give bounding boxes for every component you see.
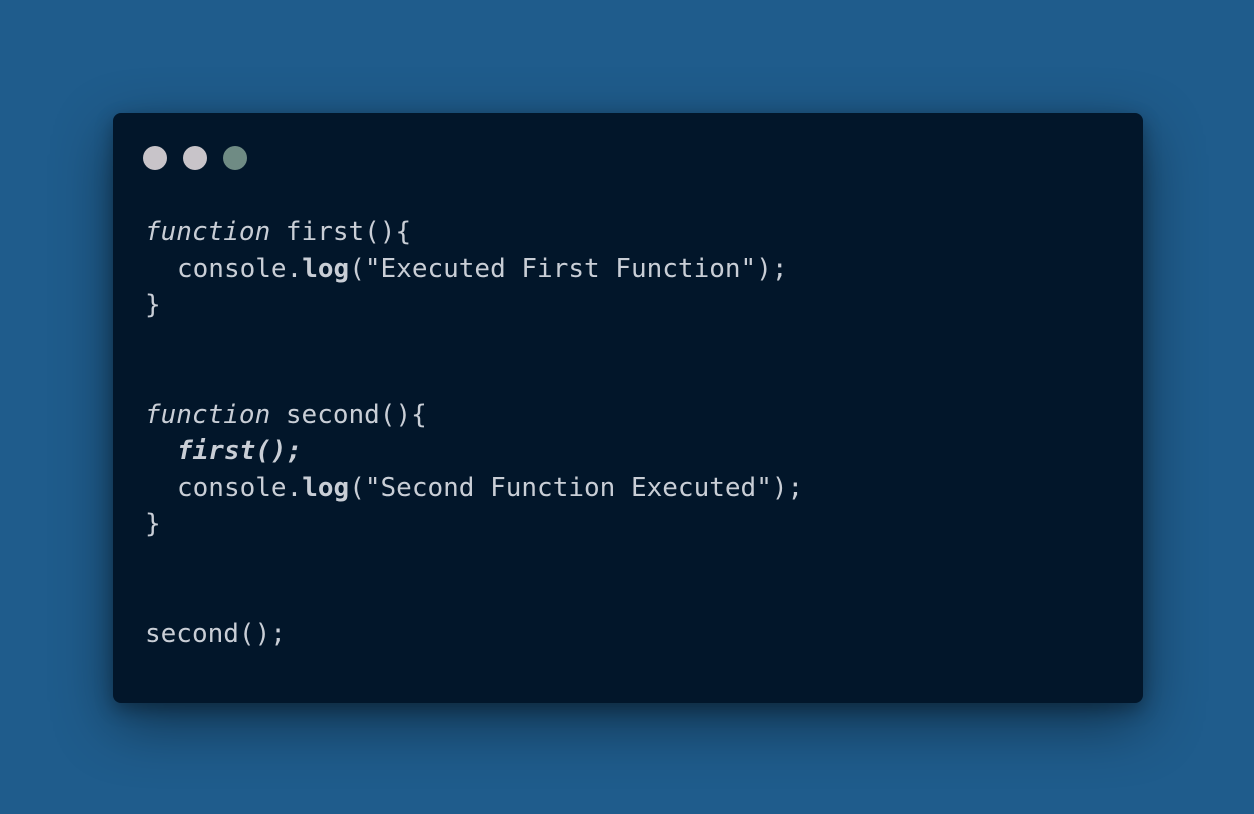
code-line: } <box>145 506 803 543</box>
function-signature: second(){ <box>270 399 427 430</box>
code-line: second(); <box>145 616 803 653</box>
maximize-dot-icon[interactable] <box>223 146 247 170</box>
code-line: function second(){ <box>145 397 803 434</box>
call-arguments: ("Second Function Executed"); <box>349 472 804 503</box>
code-block: function first(){ console.log("Executed … <box>145 214 803 652</box>
call-arguments: ("Executed First Function"); <box>349 253 788 284</box>
object-name: console. <box>177 472 303 503</box>
object-name: console. <box>177 253 303 284</box>
function-signature: first(){ <box>270 217 412 247</box>
function-invocation: second(); <box>145 618 286 649</box>
function-call: first(); <box>177 436 303 466</box>
method-name: log <box>302 253 350 284</box>
keyword: function <box>145 399 271 430</box>
code-line: } <box>145 287 803 324</box>
method-name: log <box>302 472 350 503</box>
closing-brace: } <box>145 509 161 539</box>
code-line: first(); <box>145 433 803 470</box>
close-dot-icon[interactable] <box>143 146 167 170</box>
code-window: function first(){ console.log("Executed … <box>113 113 1143 703</box>
minimize-dot-icon[interactable] <box>183 146 207 170</box>
keyword: function <box>145 217 271 247</box>
code-line: function first(){ <box>145 214 803 251</box>
window-controls <box>143 146 247 170</box>
code-line: console.log("Executed First Function"); <box>145 251 803 288</box>
code-line: console.log("Second Function Executed"); <box>145 470 803 507</box>
closing-brace: } <box>145 290 161 320</box>
